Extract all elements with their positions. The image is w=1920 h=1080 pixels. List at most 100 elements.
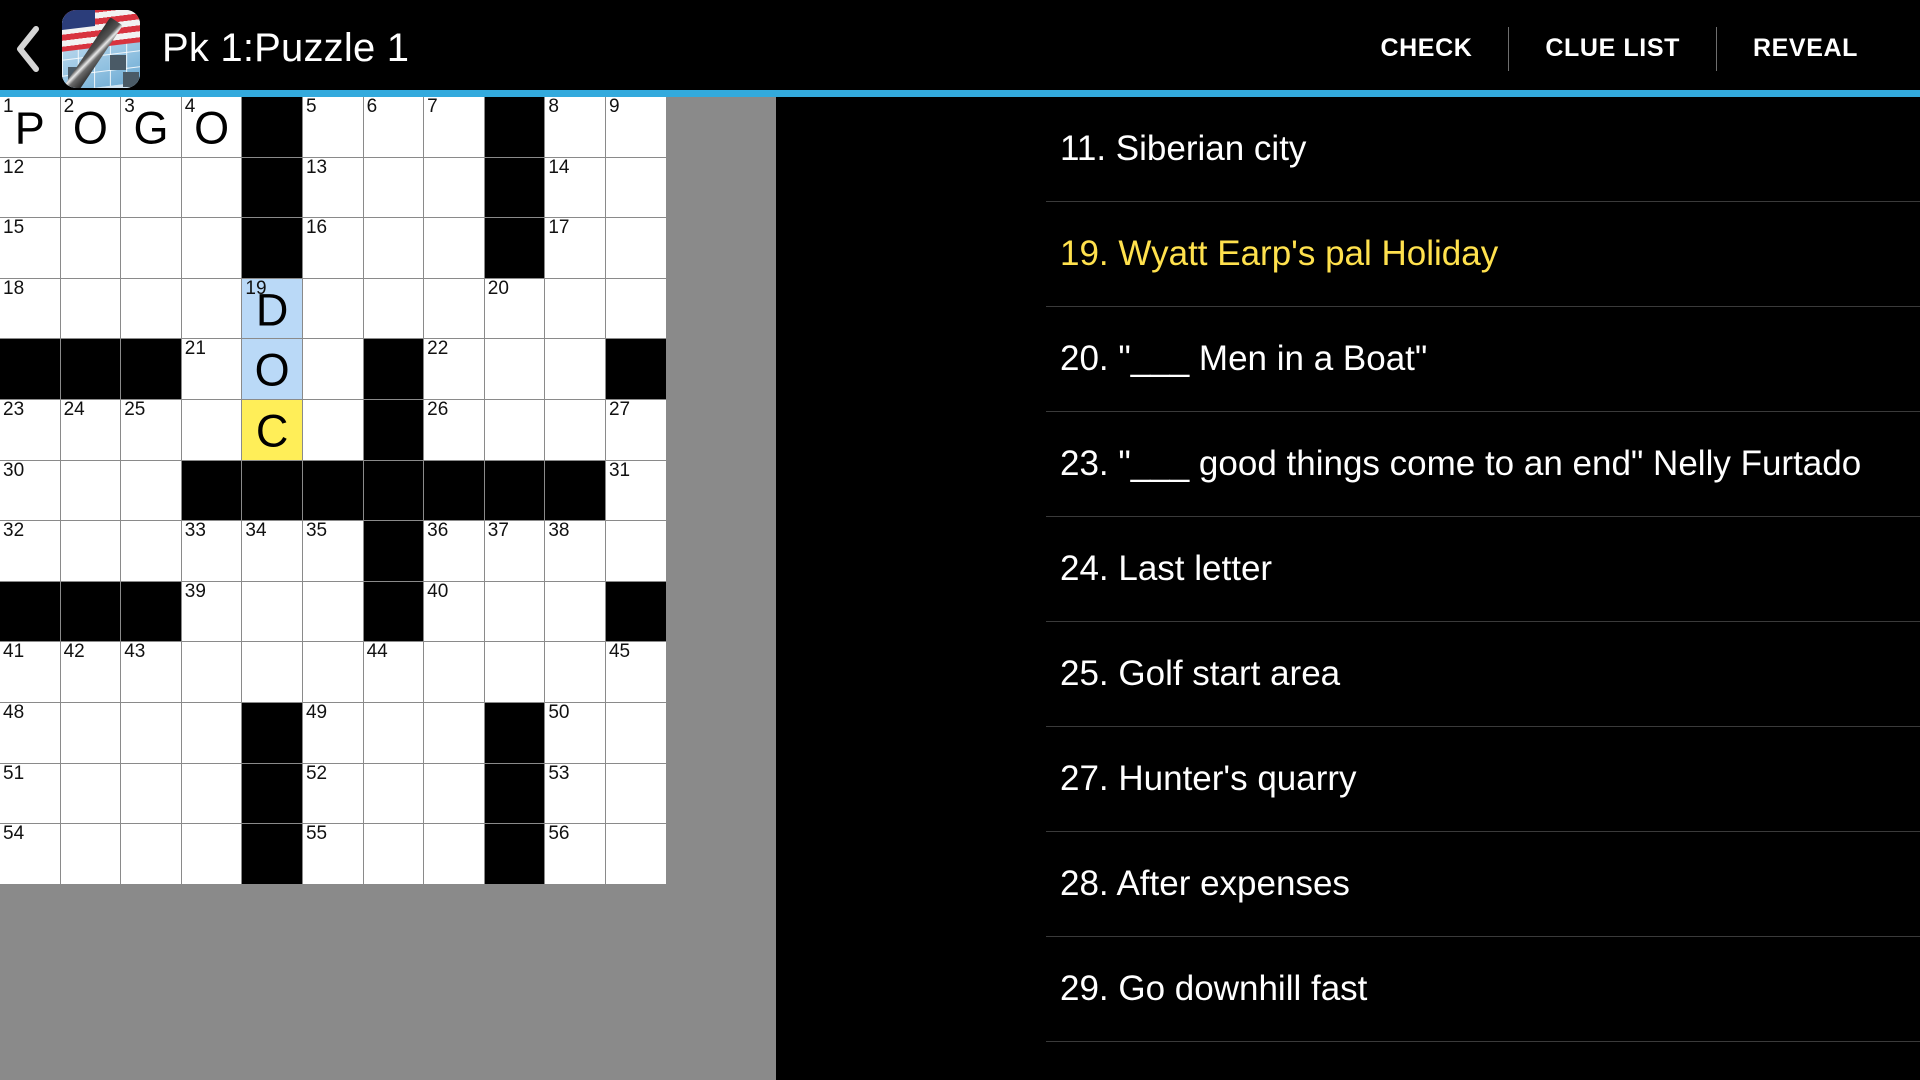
grid-cell[interactable] — [181, 824, 242, 884]
grid-cell[interactable]: 25 — [121, 399, 181, 460]
clue-item[interactable]: 28. After expenses — [1046, 832, 1920, 937]
grid-cell[interactable] — [424, 642, 484, 702]
check-button[interactable]: CHECK — [1345, 34, 1509, 63]
grid-cell[interactable] — [302, 581, 363, 642]
grid-cell[interactable] — [424, 218, 484, 278]
grid-cell[interactable] — [363, 218, 424, 278]
grid-cell[interactable] — [605, 278, 666, 339]
grid-cell[interactable] — [363, 702, 424, 763]
grid-cell[interactable] — [363, 157, 424, 218]
grid-cell[interactable] — [605, 218, 666, 278]
grid-cell[interactable]: 7 — [424, 97, 484, 157]
grid-cell[interactable] — [60, 702, 121, 763]
grid-cell[interactable]: 8 — [545, 97, 605, 157]
grid-cell[interactable] — [181, 399, 242, 460]
grid-cell[interactable] — [545, 642, 605, 702]
grid-cell[interactable] — [121, 157, 181, 218]
grid-cell[interactable]: 49 — [302, 702, 363, 763]
grid-cell[interactable]: 30 — [0, 460, 60, 521]
grid-cell[interactable] — [545, 278, 605, 339]
grid-cell[interactable] — [181, 763, 242, 824]
grid-cell[interactable]: 53 — [545, 763, 605, 824]
grid-cell[interactable]: 22 — [424, 339, 484, 399]
grid-cell[interactable]: C — [242, 399, 302, 460]
grid-cell[interactable]: 19 D — [242, 278, 302, 339]
grid-cell[interactable]: 44 — [363, 642, 424, 702]
grid-cell[interactable] — [302, 642, 363, 702]
clue-list-button[interactable]: CLUE LIST — [1509, 34, 1716, 63]
grid-cell[interactable]: 55 — [302, 824, 363, 884]
grid-cell[interactable] — [121, 521, 181, 581]
grid-cell[interactable] — [484, 642, 545, 702]
grid-cell[interactable] — [181, 218, 242, 278]
grid-cell[interactable] — [605, 157, 666, 218]
grid-cell[interactable] — [302, 278, 363, 339]
grid-cell[interactable] — [363, 278, 424, 339]
grid-cell[interactable]: 37 — [484, 521, 545, 581]
grid-cell[interactable]: 50 — [545, 702, 605, 763]
grid-cell[interactable] — [302, 339, 363, 399]
clue-item[interactable]: 25. Golf start area — [1046, 622, 1920, 727]
grid-cell[interactable]: 52 — [302, 763, 363, 824]
grid-cell[interactable] — [424, 157, 484, 218]
grid-cell[interactable]: 13 — [302, 157, 363, 218]
grid-cell[interactable] — [60, 157, 121, 218]
grid-cell[interactable]: 56 — [545, 824, 605, 884]
grid-cell[interactable] — [242, 642, 302, 702]
grid-cell[interactable]: 38 — [545, 521, 605, 581]
clue-list-panel[interactable]: 11. Siberian city 19. Wyatt Earp's pal Ho… — [1046, 97, 1920, 1080]
grid-cell[interactable] — [302, 399, 363, 460]
clue-item[interactable]: 24. Last letter — [1046, 517, 1920, 622]
grid-cell[interactable] — [60, 763, 121, 824]
grid-cell[interactable]: 1P — [0, 97, 60, 157]
grid-cell[interactable] — [60, 460, 121, 521]
crossword-grid[interactable]: 1 P 2 O 3 G 4 O 5 6 7 8 9 12 13 14 15 16 17 18 19 D 20 21 O 22 23 2… — [0, 97, 776, 1080]
back-button[interactable] — [0, 0, 56, 97]
grid-cell[interactable]: 48 — [0, 702, 60, 763]
grid-cell[interactable] — [484, 399, 545, 460]
grid-cell[interactable] — [605, 521, 666, 581]
grid-cell[interactable] — [424, 763, 484, 824]
grid-cell[interactable]: 16 — [302, 218, 363, 278]
grid-cell[interactable]: 24 — [60, 399, 121, 460]
grid-cell[interactable]: 42 — [60, 642, 121, 702]
grid-cell[interactable]: 23 — [0, 399, 60, 460]
grid-cell[interactable] — [121, 763, 181, 824]
grid-cell[interactable] — [121, 278, 181, 339]
grid-cell[interactable] — [60, 278, 121, 339]
grid-cell[interactable] — [121, 218, 181, 278]
grid-cell[interactable] — [484, 339, 545, 399]
reveal-button[interactable]: REVEAL — [1717, 34, 1894, 63]
grid-cell[interactable]: 45 — [605, 642, 666, 702]
grid-cell[interactable] — [60, 218, 121, 278]
grid-cell[interactable]: 33 — [181, 521, 242, 581]
clue-item[interactable]: 23. "___ good things come to an end" Nel… — [1046, 412, 1920, 517]
grid-cell[interactable] — [605, 824, 666, 884]
grid-cell[interactable] — [121, 702, 181, 763]
grid-cell[interactable] — [605, 763, 666, 824]
grid-cell[interactable]: 39 — [181, 581, 242, 642]
grid-cell[interactable] — [121, 460, 181, 521]
grid-cell[interactable] — [424, 824, 484, 884]
clue-item-active[interactable]: 19. Wyatt Earp's pal Holiday — [1046, 202, 1920, 307]
grid-cell[interactable]: 17 — [545, 218, 605, 278]
grid-cell[interactable] — [545, 399, 605, 460]
grid-cell[interactable]: 27 — [605, 399, 666, 460]
clue-item[interactable]: 11. Siberian city — [1046, 97, 1920, 202]
grid-cell[interactable]: 12 — [0, 157, 60, 218]
grid-cell[interactable]: 41 — [0, 642, 60, 702]
grid-cell[interactable] — [424, 702, 484, 763]
grid-cell[interactable]: 4O — [181, 97, 242, 157]
grid-cell[interactable]: 3G — [121, 97, 181, 157]
grid-cell[interactable]: O — [242, 339, 302, 399]
grid-cell[interactable]: 34 — [242, 521, 302, 581]
grid-cell[interactable]: 20 — [484, 278, 545, 339]
grid-cell[interactable]: 31 — [605, 460, 666, 521]
grid-cell[interactable] — [605, 702, 666, 763]
grid-cell[interactable]: 54 — [0, 824, 60, 884]
grid-cell[interactable]: 35 — [302, 521, 363, 581]
grid-cell[interactable]: 14 — [545, 157, 605, 218]
grid-cell[interactable] — [545, 339, 605, 399]
grid-cell[interactable] — [242, 581, 302, 642]
grid-cell[interactable]: 51 — [0, 763, 60, 824]
